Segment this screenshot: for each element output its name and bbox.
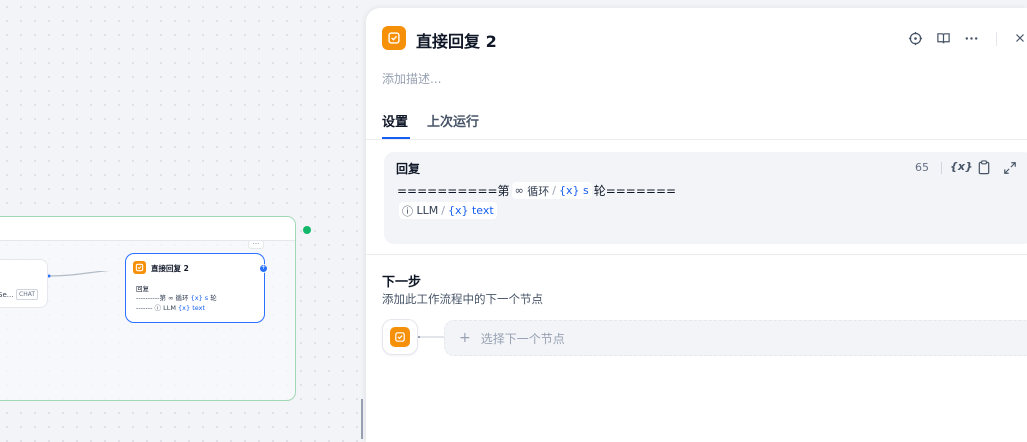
- toolbar-divider: [941, 162, 942, 174]
- plus-icon: +: [459, 330, 471, 346]
- book-icon[interactable]: [935, 30, 951, 46]
- answer-icon: [133, 261, 146, 274]
- answer-icon: [390, 327, 410, 347]
- answer-node-line: ----------第 ∞ 循环 {x} s 轮: [136, 294, 217, 302]
- description-input[interactable]: 添加描述...: [382, 70, 441, 87]
- variable-icon[interactable]: {x}: [950, 160, 973, 173]
- answer-node-line: ------- ⓘ LLM {x} text: [136, 304, 206, 312]
- next-step-subtitle: 添加此工作流程中的下一个节点: [382, 292, 543, 306]
- panel-resize-handle[interactable]: [361, 399, 363, 439]
- previous-node[interactable]: [0, 259, 48, 308]
- previous-node-badge: CHAT: [16, 289, 39, 300]
- clipboard-icon[interactable]: [977, 160, 993, 176]
- loop-node-header: [0, 217, 295, 241]
- llm-icon: ⓘ: [154, 304, 162, 312]
- variable-chip[interactable]: ⓘ LLM / {x} text: [399, 202, 497, 219]
- llm-ref: LLM: [163, 304, 176, 312]
- loop-status-icon: [303, 226, 311, 234]
- variable-ref: {x} s: [190, 294, 209, 302]
- loop-more-button[interactable]: ···: [248, 240, 264, 249]
- variable-chip[interactable]: ∞ 循环 / {x} s: [511, 182, 592, 199]
- previous-node-text: Se...: [0, 291, 14, 299]
- variable-ref: {x} text: [178, 304, 206, 312]
- select-next-node-label: 选择下一个节点: [480, 331, 565, 346]
- answer-icon: [382, 26, 406, 50]
- add-next-node-handle[interactable]: +: [259, 264, 268, 273]
- reply-content-line[interactable]: ==========第 ∞ 循环 / {x} s 轮=======: [397, 182, 676, 199]
- next-step-title: 下一步: [382, 275, 422, 290]
- answer-node-title: 直接回复 2: [151, 264, 189, 273]
- locate-icon[interactable]: [907, 30, 923, 46]
- select-next-node-button[interactable]: + 选择下一个节点: [444, 320, 1027, 356]
- loop-icon: ∞: [514, 184, 524, 197]
- panel-title[interactable]: 直接回复 2: [416, 28, 497, 52]
- current-node-icon: [382, 319, 418, 355]
- tab-settings[interactable]: 设置: [382, 111, 408, 130]
- header-divider: [996, 32, 997, 46]
- reply-label: 回复: [396, 162, 421, 176]
- node-edge: [48, 271, 110, 278]
- expand-icon[interactable]: [1003, 160, 1019, 176]
- node-settings-panel: 直接回复 2 添加描述... 设置 上次运行 回复 65 {x} =======…: [366, 8, 1027, 442]
- tab-last-run[interactable]: 上次运行: [427, 111, 479, 130]
- reply-content-line[interactable]: ⓘ LLM / {x} text: [397, 202, 499, 219]
- char-count: 65: [915, 161, 929, 174]
- loop-ref: ∞ 循环: [168, 294, 189, 302]
- close-icon[interactable]: [1012, 30, 1027, 46]
- section-divider: [366, 254, 1027, 255]
- tabs-border: [366, 139, 1027, 140]
- llm-icon: ⓘ: [402, 204, 413, 218]
- more-icon[interactable]: [963, 30, 979, 46]
- next-node-connector: [418, 336, 444, 338]
